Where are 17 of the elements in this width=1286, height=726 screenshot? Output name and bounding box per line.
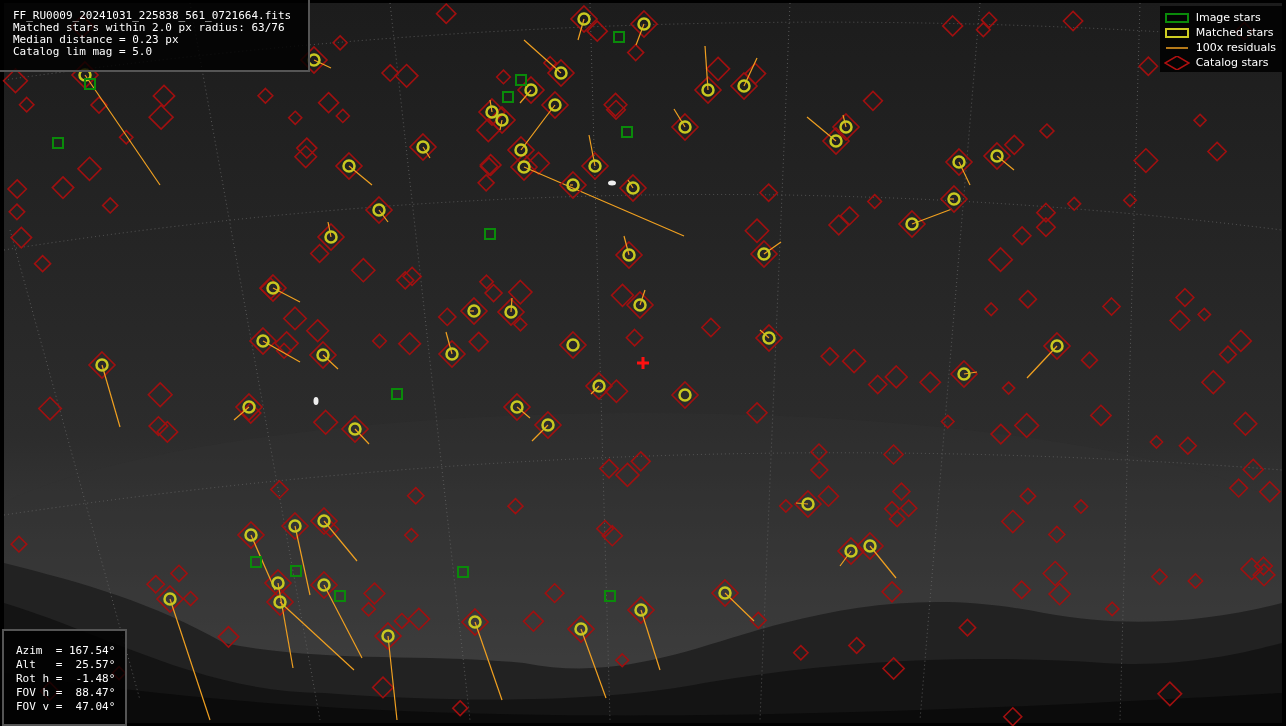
legend-label: Matched stars: [1195, 26, 1274, 39]
info-text: Median distance = 0.23 px: [13, 34, 180, 46]
rectangle-icon: [1163, 10, 1190, 25]
info-text: FF_RU0009_20241031_225838_561_0721664.fits: [13, 10, 293, 22]
line-icon: [1163, 46, 1190, 49]
legend-label: Image stars: [1195, 11, 1261, 24]
info-text: Rot h = -1.48°: [16, 672, 113, 686]
rectangle-icon: [1163, 25, 1190, 40]
info-text: Matched stars within 2.0 px radius: 63/76: [13, 22, 285, 34]
diamond-icon: [1163, 55, 1190, 70]
info-text: Catalog lim mag = 5.0: [13, 46, 154, 58]
info-text: FOV h = 88.47°: [16, 686, 113, 700]
info-text: Alt = 25.57°: [16, 658, 113, 672]
info-text: FOV v = 47.04°: [16, 700, 113, 714]
legend-label: 100x residuals: [1195, 41, 1276, 54]
legend-label: Catalog stars: [1195, 56, 1269, 69]
info-text: Azim = 167.54°: [16, 644, 113, 658]
